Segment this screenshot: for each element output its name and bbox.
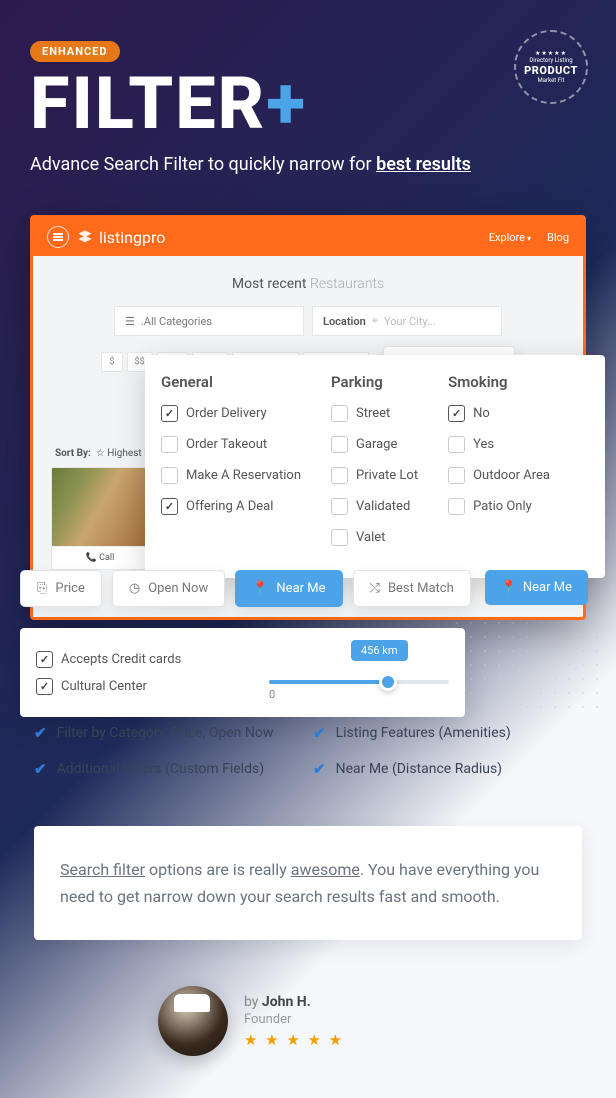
- filter-option[interactable]: Garage: [331, 436, 418, 453]
- open-now-pill[interactable]: ◷Open Now: [112, 570, 225, 607]
- testimonial-author: by John H. Founder ★ ★ ★ ★ ★: [158, 986, 458, 1056]
- price-chip[interactable]: $: [101, 352, 122, 372]
- checkbox-icon: [161, 498, 178, 515]
- filter-option[interactable]: Yes: [448, 436, 550, 453]
- advanced-filters-panel: General Order Delivery Order Takeout Mak…: [145, 355, 605, 578]
- price-icon: ⎘: [37, 581, 47, 596]
- listing-card[interactable]: 📞 Call: [51, 467, 149, 570]
- filter-group-title: Parking: [331, 373, 418, 391]
- feature-item: ✔Filter by Category, Price, Open Now: [34, 724, 303, 742]
- page-title: FILTER+: [30, 68, 586, 140]
- checkbox-icon: [448, 498, 465, 515]
- nav-blog[interactable]: Blog: [547, 231, 569, 244]
- listing-thumbnail: [52, 468, 148, 546]
- filter-option[interactable]: Outdoor Area: [448, 467, 550, 484]
- list-icon: ☰: [125, 315, 135, 328]
- feature-item: ✔Near Me (Distance Radius): [313, 760, 582, 778]
- checkbox-icon: [448, 436, 465, 453]
- shuffle-icon: ⤭: [370, 581, 380, 596]
- location-input[interactable]: Location ⌖ Your City...: [312, 306, 502, 336]
- app-logo-text: listingpro: [99, 228, 165, 247]
- filter-option[interactable]: Offering A Deal: [161, 498, 301, 515]
- slider-thumb[interactable]: [379, 673, 397, 691]
- checkbox-icon: [161, 436, 178, 453]
- check-icon: ✔: [313, 760, 326, 778]
- feature-item: ✔Additional Filters (Custom Fields): [34, 760, 303, 778]
- filter-option[interactable]: Patio Only: [448, 498, 550, 515]
- clock-icon: ◷: [129, 581, 140, 596]
- filter-option[interactable]: Make A Reservation: [161, 467, 301, 484]
- testimonial-card: Search filter options are is really awes…: [34, 826, 582, 940]
- page-subtitle: Advance Search Filter to quickly narrow …: [30, 154, 586, 175]
- feature-item: ✔Listing Features (Amenities): [313, 724, 582, 742]
- product-seal-badge: ★★★★★ Directory Listing PRODUCT Market F…: [514, 30, 588, 104]
- distance-slider[interactable]: 456 km 0: [269, 644, 449, 701]
- nav-explore[interactable]: Explore: [489, 231, 531, 244]
- checkbox-icon: [161, 405, 178, 422]
- filter-option[interactable]: Validated: [331, 498, 418, 515]
- secondary-filters-panel: Accepts Credit cards Cultural Center 456…: [20, 628, 465, 717]
- check-icon: ✔: [313, 724, 326, 742]
- filter-option[interactable]: Valet: [331, 529, 418, 546]
- section-heading: Most recent Restaurants: [51, 276, 565, 292]
- app-topbar: listingpro Explore Blog: [33, 218, 583, 256]
- slider-min-label: 0: [269, 688, 449, 701]
- near-me-pill[interactable]: 📍Near Me: [235, 570, 342, 607]
- slider-value-bubble: 456 km: [351, 640, 408, 661]
- pin-icon: 📍: [252, 581, 268, 596]
- menu-icon[interactable]: [47, 226, 69, 248]
- category-select[interactable]: ☰ .All Categories: [114, 306, 304, 336]
- filter-option[interactable]: Street: [331, 405, 418, 422]
- checkbox-icon: [331, 405, 348, 422]
- avatar: [158, 986, 228, 1056]
- filter-group-title: Smoking: [448, 373, 550, 391]
- checkbox-icon: [331, 498, 348, 515]
- checkbox-icon: [331, 467, 348, 484]
- filter-option[interactable]: Order Delivery: [161, 405, 301, 422]
- checkbox-icon: [161, 467, 178, 484]
- enhanced-badge: ENHANCED: [30, 41, 120, 62]
- checkbox-icon: [448, 405, 465, 422]
- pin-icon: 📍: [501, 580, 517, 595]
- best-match-pill[interactable]: ⤭Best Match: [353, 570, 471, 607]
- star-rating: ★ ★ ★ ★ ★: [244, 1031, 344, 1049]
- filter-group-title: General: [161, 373, 301, 391]
- filter-option[interactable]: Accepts Credit cards: [36, 651, 249, 668]
- near-me-button[interactable]: 📍Near Me: [485, 570, 588, 605]
- checkbox-icon: [448, 467, 465, 484]
- price-filter-pill[interactable]: ⎘Price: [20, 570, 102, 607]
- filter-option[interactable]: Private Lot: [331, 467, 418, 484]
- logo-icon: [77, 229, 93, 245]
- check-icon: ✔: [34, 760, 47, 778]
- call-button[interactable]: 📞 Call: [52, 546, 148, 569]
- filter-option[interactable]: Order Takeout: [161, 436, 301, 453]
- checkbox-icon: [36, 651, 53, 668]
- crosshair-icon: ⌖: [372, 314, 378, 328]
- checkbox-icon: [331, 436, 348, 453]
- check-icon: ✔: [34, 724, 47, 742]
- filter-option[interactable]: No: [448, 405, 550, 422]
- checkbox-icon: [36, 678, 53, 695]
- filter-option[interactable]: Cultural Center: [36, 678, 249, 695]
- checkbox-icon: [331, 529, 348, 546]
